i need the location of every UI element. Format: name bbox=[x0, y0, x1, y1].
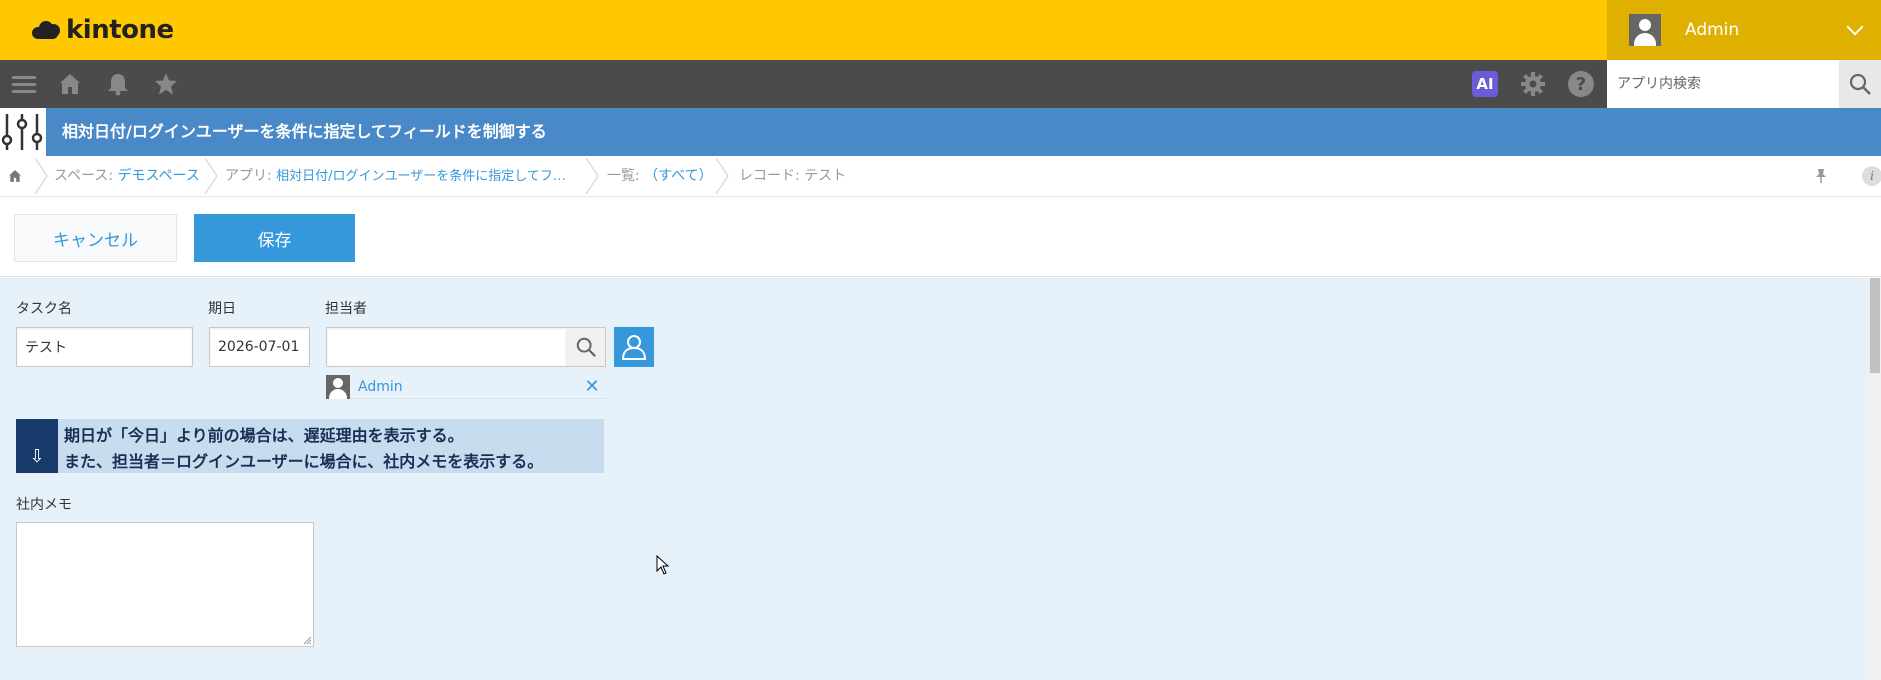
memo-textarea[interactable] bbox=[16, 522, 314, 647]
space-link[interactable]: デモスペース bbox=[118, 168, 200, 184]
logo-text: kintone bbox=[66, 15, 174, 45]
due-date-label: 期日 bbox=[208, 301, 236, 317]
search-button[interactable] bbox=[1839, 60, 1881, 108]
breadcrumb-home[interactable] bbox=[8, 156, 30, 197]
app-title: 相対日付/ログインユーザーを条件に指定してフィールドを制御する bbox=[62, 122, 547, 141]
scrollbar-thumb[interactable] bbox=[1870, 278, 1880, 373]
user-avatar-icon bbox=[326, 375, 350, 399]
cancel-button[interactable]: キャンセル bbox=[14, 214, 177, 262]
assignee-search-button[interactable] bbox=[566, 327, 606, 367]
search-icon bbox=[1849, 73, 1871, 95]
kintone-logo[interactable]: kintone bbox=[32, 12, 174, 48]
notice-line-2: また、担当者＝ログインユーザーに場合に、社内メモを表示する。 bbox=[64, 452, 544, 471]
app-search-input[interactable] bbox=[1607, 60, 1839, 108]
breadcrumb-separator bbox=[204, 158, 218, 194]
gear-icon[interactable] bbox=[1509, 60, 1557, 108]
memo-label: 社内メモ bbox=[16, 497, 72, 513]
notice-box: ⇩ 期日が「今日」より前の場合は、遅延理由を表示する。 また、担当者＝ログインユ… bbox=[16, 419, 604, 473]
task-name-input[interactable] bbox=[16, 327, 193, 367]
arrow-down-icon: ⇩ bbox=[16, 419, 58, 473]
info-icon[interactable]: i bbox=[1862, 156, 1881, 197]
top-header: kintone Admin bbox=[0, 0, 1881, 60]
breadcrumb-separator bbox=[34, 158, 48, 194]
navbar: AI ? bbox=[0, 60, 1881, 108]
chevron-down-icon bbox=[1846, 18, 1864, 36]
bell-icon[interactable] bbox=[94, 60, 142, 108]
home-icon[interactable] bbox=[46, 60, 94, 108]
record-form: タスク名 期日 担当者 Admin ✕ ⇩ 期日が「今日」より前の場合は、遅延理… bbox=[0, 278, 1869, 680]
assignee-label: 担当者 bbox=[325, 301, 367, 317]
assignee-input[interactable] bbox=[326, 327, 567, 367]
record-toolbar: キャンセル 保存 bbox=[0, 197, 1881, 277]
view-link[interactable]: （すべて） bbox=[644, 168, 712, 184]
task-name-label: タスク名 bbox=[16, 301, 72, 317]
breadcrumb-separator bbox=[715, 158, 729, 194]
star-icon[interactable] bbox=[142, 60, 190, 108]
mouse-cursor-icon bbox=[656, 555, 670, 575]
selected-user-name[interactable]: Admin bbox=[358, 375, 403, 399]
user-name: Admin bbox=[1685, 20, 1740, 40]
app-link[interactable]: 相対日付/ログインユーザーを条件に指定してフ… bbox=[276, 169, 566, 184]
breadcrumb: スペース: デモスペース アプリ: 相対日付/ログインユーザーを条件に指定してフ… bbox=[0, 156, 1881, 197]
save-button[interactable]: 保存 bbox=[194, 214, 355, 262]
breadcrumb-separator bbox=[585, 158, 599, 194]
resize-handle-icon[interactable] bbox=[302, 635, 312, 645]
breadcrumb-record: レコード: テスト bbox=[739, 168, 847, 184]
app-settings-icon[interactable] bbox=[0, 108, 46, 156]
close-icon[interactable]: ✕ bbox=[582, 375, 602, 399]
breadcrumb-space[interactable]: スペース: デモスペース bbox=[54, 156, 200, 197]
due-date-input[interactable] bbox=[209, 327, 310, 367]
breadcrumb-app[interactable]: アプリ: 相対日付/ログインユーザーを条件に指定してフ… bbox=[225, 156, 566, 197]
search-icon bbox=[576, 337, 596, 357]
breadcrumb-view[interactable]: 一覧: （すべて） bbox=[607, 156, 713, 197]
user-select-button[interactable] bbox=[614, 327, 654, 367]
home-icon bbox=[9, 170, 21, 182]
user-icon bbox=[621, 335, 647, 360]
user-menu[interactable]: Admin bbox=[1607, 0, 1881, 60]
notice-line-1: 期日が「今日」より前の場合は、遅延理由を表示する。 bbox=[64, 426, 464, 445]
help-icon[interactable]: ? bbox=[1557, 60, 1605, 108]
cloud-icon bbox=[32, 19, 62, 41]
app-title-bar: 相対日付/ログインユーザーを条件に指定してフィールドを制御する bbox=[0, 108, 1881, 156]
user-avatar-icon bbox=[1629, 14, 1661, 46]
ai-icon[interactable]: AI bbox=[1461, 60, 1509, 108]
selected-user-chip: Admin ✕ bbox=[326, 375, 606, 399]
menu-icon[interactable] bbox=[0, 60, 48, 108]
pin-icon[interactable] bbox=[1814, 156, 1832, 197]
